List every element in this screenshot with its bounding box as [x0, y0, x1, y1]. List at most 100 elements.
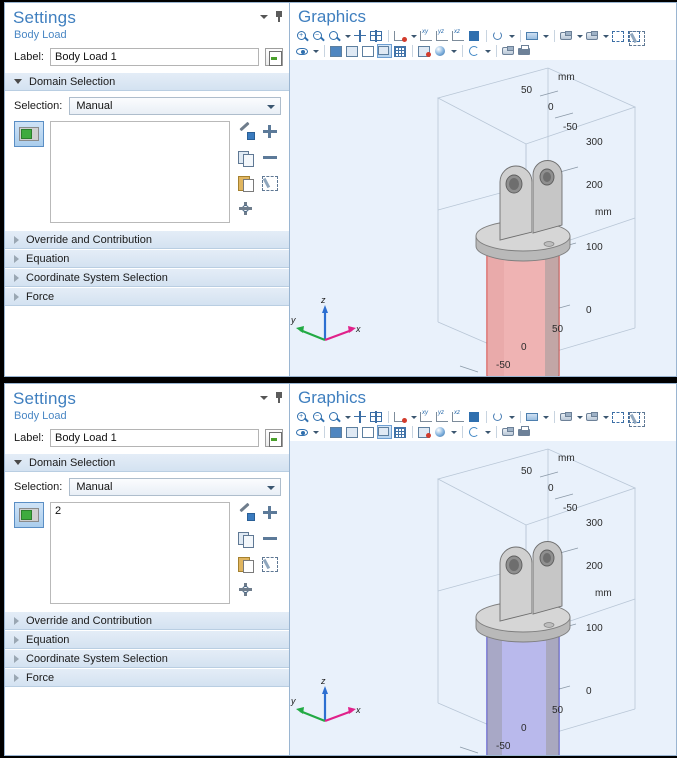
snapshot-icon[interactable] [501, 44, 516, 58]
scene-light-toggle-icon[interactable] [329, 425, 344, 439]
toggle-active-selection-button[interactable] [14, 121, 44, 147]
section-header-domain-selection[interactable]: Domain Selection [5, 453, 289, 472]
view-flag-icon[interactable] [467, 29, 482, 43]
selection-dropdown[interactable]: Manual [69, 478, 281, 496]
zoom-in-icon[interactable]: + [295, 410, 310, 424]
deselect-icon[interactable] [627, 410, 642, 424]
label-input[interactable] [49, 48, 259, 66]
material-color-dropdown-icon[interactable] [449, 425, 458, 439]
section-header-force[interactable]: Force [5, 668, 289, 687]
reset-rotation-icon[interactable] [491, 29, 506, 43]
remove-from-selection-icon[interactable] [260, 530, 280, 547]
section-header-equation[interactable]: Equation [5, 249, 289, 268]
zoom-out-icon[interactable]: − [311, 29, 326, 43]
section-header-equation[interactable]: Equation [5, 630, 289, 649]
view-yz-icon[interactable]: yz [435, 410, 450, 424]
active-selection-icon[interactable] [236, 123, 256, 140]
copy-selection-icon[interactable] [236, 149, 256, 167]
wireframe-icon[interactable] [361, 44, 376, 58]
snapshot-icon[interactable] [501, 425, 516, 439]
zoom-box-icon[interactable] [327, 410, 342, 424]
clear-selection-icon[interactable] [260, 555, 280, 572]
section-header-override-and-contribution[interactable]: Override and Contribution [5, 230, 289, 249]
view-xy-icon[interactable]: xy [419, 410, 434, 424]
section-header-override-and-contribution[interactable]: Override and Contribution [5, 611, 289, 630]
orbit-icon[interactable] [393, 410, 408, 424]
grid-icon[interactable] [393, 425, 408, 439]
paste-selection-icon[interactable] [236, 174, 256, 192]
section-header-domain-selection[interactable]: Domain Selection [5, 72, 289, 91]
fit-to-window-icon[interactable] [369, 410, 384, 424]
view-xz-icon[interactable]: xz [451, 29, 466, 43]
deselect-icon[interactable] [627, 29, 642, 43]
clear-plot-icon[interactable] [417, 44, 432, 58]
domain-list[interactable] [50, 121, 230, 223]
view-flag-icon[interactable] [467, 410, 482, 424]
material-color-icon[interactable] [433, 425, 448, 439]
zoom-to-selection-icon[interactable] [236, 200, 256, 217]
view-yz-icon[interactable]: yz [435, 29, 450, 43]
clear-plot-icon[interactable] [417, 425, 432, 439]
material-color-icon[interactable] [433, 44, 448, 58]
reset-rotation-dropdown-icon[interactable] [507, 410, 516, 424]
print-icon[interactable] [517, 425, 532, 439]
selection-dropdown[interactable]: Manual [69, 97, 281, 115]
zoom-to-selection-icon[interactable] [236, 581, 256, 598]
select-box-icon[interactable] [611, 29, 626, 43]
label-input[interactable] [49, 429, 259, 447]
model-3d-view[interactable]: mm 50 0 -50 300 200 mm 100 0 50 0 -50 mm [290, 60, 676, 376]
list-item[interactable]: 2 [55, 505, 225, 518]
update-dropdown-icon[interactable] [483, 425, 492, 439]
camera-dropdown-icon[interactable] [601, 29, 610, 43]
clear-selection-icon[interactable] [260, 174, 280, 191]
toggle-active-selection-button[interactable] [14, 502, 44, 528]
grid-icon[interactable] [393, 44, 408, 58]
section-header-coordinate-system-selection[interactable]: Coordinate System Selection [5, 268, 289, 287]
update-dropdown-icon[interactable] [483, 44, 492, 58]
view-xz-icon[interactable]: xz [451, 410, 466, 424]
camera-icon[interactable] [585, 410, 600, 424]
camera-icon[interactable] [585, 29, 600, 43]
reset-rotation-icon[interactable] [491, 410, 506, 424]
zoom-out-icon[interactable]: − [311, 410, 326, 424]
section-header-coordinate-system-selection[interactable]: Coordinate System Selection [5, 649, 289, 668]
transparency-icon[interactable] [345, 44, 360, 58]
scene-light-toggle-icon[interactable] [329, 44, 344, 58]
zoom-in-icon[interactable]: + [295, 29, 310, 43]
view-drawer-icon[interactable] [525, 410, 540, 424]
material-color-dropdown-icon[interactable] [449, 44, 458, 58]
zoom-box-dropdown-icon[interactable] [343, 410, 352, 424]
camera-dropdown-icon[interactable] [601, 410, 610, 424]
view-drawer-icon[interactable] [525, 29, 540, 43]
orbit-dropdown-icon[interactable] [409, 29, 418, 43]
paste-selection-icon[interactable] [236, 555, 256, 573]
chevron-down-icon[interactable] [260, 14, 268, 19]
orbit-icon[interactable] [393, 29, 408, 43]
zoom-extents-icon[interactable] [353, 29, 368, 43]
view-xy-icon[interactable]: xy [419, 29, 434, 43]
scene-light-icon[interactable] [559, 410, 574, 424]
visibility-icon[interactable] [295, 44, 310, 58]
pin-icon[interactable] [275, 392, 283, 403]
graphics-canvas-bottom[interactable]: mm 50 0 -50 300 200 mm 100 0 50 0 -50 mm [290, 441, 676, 755]
visibility-icon[interactable] [295, 425, 310, 439]
orbit-dropdown-icon[interactable] [409, 410, 418, 424]
select-box-icon[interactable] [611, 410, 626, 424]
zoom-box-icon[interactable] [327, 29, 342, 43]
model-3d-view[interactable]: mm 50 0 -50 300 200 mm 100 0 50 0 -50 mm [290, 441, 676, 755]
fit-to-window-icon[interactable] [369, 29, 384, 43]
chevron-down-icon[interactable] [260, 395, 268, 400]
view-drawer-dropdown-icon[interactable] [541, 410, 550, 424]
domain-list[interactable]: 2 [50, 502, 230, 604]
reset-rotation-dropdown-icon[interactable] [507, 29, 516, 43]
update-icon[interactable] [467, 44, 482, 58]
graphics-canvas-top[interactable]: mm 50 0 -50 300 200 mm 100 0 50 0 -50 mm [290, 60, 676, 376]
remove-from-selection-icon[interactable] [260, 149, 280, 166]
zoom-box-dropdown-icon[interactable] [343, 29, 352, 43]
wireframe-icon[interactable] [361, 425, 376, 439]
zoom-extents-icon[interactable] [353, 410, 368, 424]
transparency-icon[interactable] [345, 425, 360, 439]
scene-light-dropdown-icon[interactable] [575, 29, 584, 43]
update-icon[interactable] [467, 425, 482, 439]
pin-icon[interactable] [275, 11, 283, 22]
